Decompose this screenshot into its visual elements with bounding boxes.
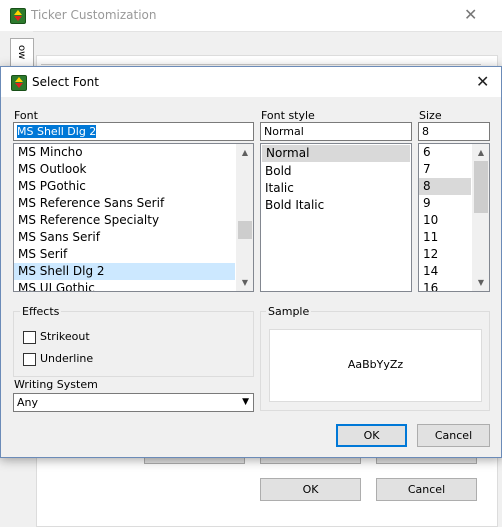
underline-checkbox[interactable]	[23, 353, 36, 366]
font-input[interactable]: MS Shell Dlg 2	[13, 122, 254, 141]
sample-preview-box: AaBbYyZz	[269, 329, 482, 402]
scrollbar-thumb[interactable]	[238, 221, 252, 239]
background-window-title: Ticker Customization	[31, 8, 157, 22]
dialog-titlebar: Select Font ✕	[1, 67, 501, 97]
list-item[interactable]: MS Mincho	[14, 144, 253, 161]
background-divider	[41, 64, 481, 65]
app-icon	[10, 8, 26, 24]
background-ok-button[interactable]: OK	[260, 478, 361, 501]
effects-label: Effects	[20, 305, 62, 318]
list-item-selected[interactable]: Normal	[262, 145, 410, 162]
list-item[interactable]: MS Reference Specialty	[14, 212, 253, 229]
cancel-button[interactable]: Cancel	[417, 424, 490, 447]
size-input[interactable]: 8	[418, 122, 490, 141]
select-font-dialog: Select Font ✕ Font MS Shell Dlg 2 MS Min…	[0, 66, 502, 458]
writing-system-value: Any	[17, 396, 39, 409]
list-item[interactable]: Bold	[261, 163, 411, 180]
font-style-label: Font style	[261, 109, 315, 122]
font-list-scrollbar[interactable]: ▲ ▼	[236, 144, 253, 291]
sample-label: Sample	[266, 305, 312, 318]
chevron-down-icon: ▼	[242, 397, 249, 407]
chevron-down-icon[interactable]: ▼	[473, 274, 489, 291]
list-item[interactable]: MS UI Gothic	[14, 280, 253, 291]
effects-group	[13, 311, 254, 377]
list-item-selected[interactable]: MS Shell Dlg 2	[14, 263, 235, 280]
font-style-input[interactable]: Normal	[260, 122, 412, 141]
dialog-title: Select Font	[32, 75, 99, 89]
chevron-up-icon[interactable]: ▲	[237, 144, 253, 161]
background-cancel-button[interactable]: Cancel	[376, 478, 477, 501]
font-label: Font	[14, 109, 38, 122]
font-input-value: MS Shell Dlg 2	[17, 125, 97, 138]
writing-system-label: Writing System	[14, 378, 98, 391]
font-list[interactable]: MS Mincho MS Outlook MS PGothic MS Refer…	[13, 143, 254, 292]
list-item[interactable]: MS Sans Serif	[14, 229, 253, 246]
font-list-items: MS Mincho MS Outlook MS PGothic MS Refer…	[14, 144, 253, 291]
size-label: Size	[419, 109, 442, 122]
writing-system-select[interactable]: Any ▼	[13, 393, 254, 412]
font-style-list[interactable]: Normal Bold Italic Bold Italic	[260, 143, 412, 292]
chevron-down-icon[interactable]: ▼	[237, 274, 253, 291]
close-icon[interactable]: ✕	[476, 72, 489, 91]
close-icon[interactable]: ✕	[464, 5, 477, 24]
sample-text: AaBbYyZz	[347, 358, 404, 371]
chevron-up-icon[interactable]: ▲	[473, 144, 489, 161]
list-item[interactable]: Italic	[261, 180, 411, 197]
ok-button[interactable]: OK	[336, 424, 407, 447]
list-item[interactable]: MS Serif	[14, 246, 253, 263]
strikeout-label: Strikeout	[40, 330, 90, 343]
list-item[interactable]: MS Outlook	[14, 161, 253, 178]
list-item-selected[interactable]: 8	[419, 178, 471, 195]
list-item[interactable]: MS PGothic	[14, 178, 253, 195]
list-item[interactable]: Bold Italic	[261, 197, 411, 214]
list-item[interactable]: MS Reference Sans Serif	[14, 195, 253, 212]
scrollbar-thumb[interactable]	[474, 161, 488, 213]
app-icon	[11, 75, 27, 91]
strikeout-checkbox[interactable]	[23, 331, 36, 344]
size-list-scrollbar[interactable]: ▲ ▼	[472, 144, 489, 291]
background-titlebar: Ticker Customization ✕	[0, 0, 502, 32]
side-tab-label: ow	[16, 45, 27, 60]
size-list[interactable]: 6 7 8 9 10 11 12 14 16 ▲ ▼	[418, 143, 490, 292]
underline-label: Underline	[40, 352, 94, 365]
